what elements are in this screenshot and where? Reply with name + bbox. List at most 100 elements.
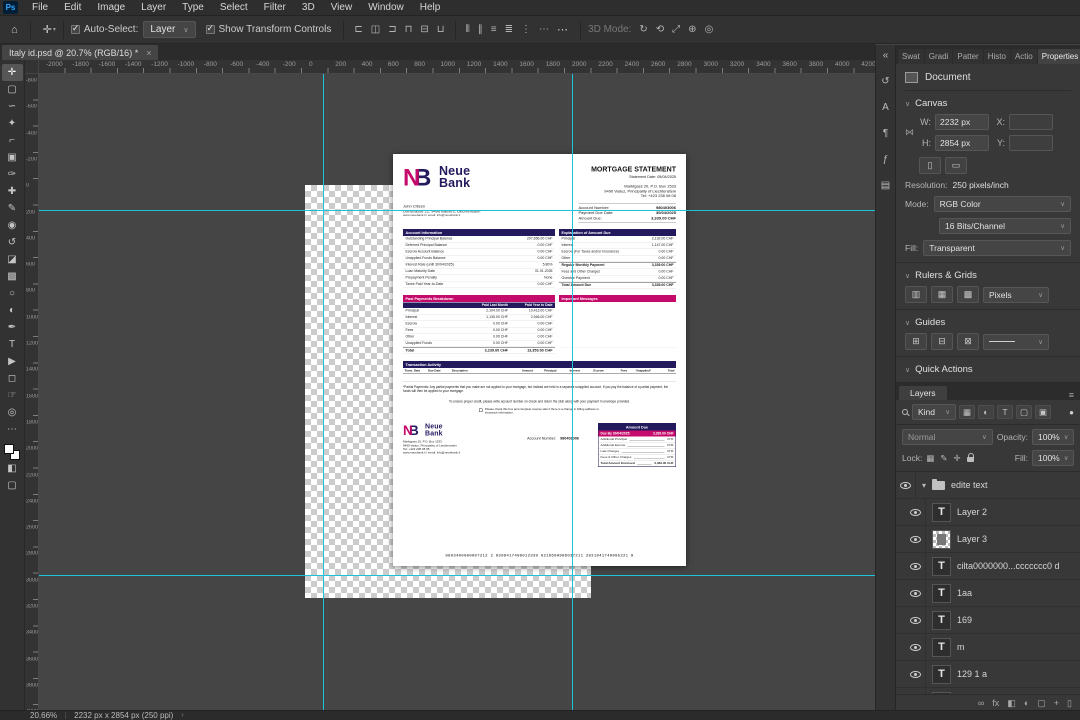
menu-item-type[interactable]: Type: [174, 0, 212, 15]
character-panel-icon[interactable]: A: [882, 102, 889, 113]
align-bottom-edges-icon[interactable]: ⊔: [434, 24, 448, 35]
clear-guides-button[interactable]: ⊠: [957, 333, 979, 350]
menu-item-file[interactable]: File: [24, 0, 56, 15]
delete-layer-icon[interactable]: ▯: [1067, 696, 1072, 710]
layer-filter-toggle[interactable]: ●: [1069, 408, 1074, 417]
layer-effects-icon[interactable]: fx: [992, 696, 999, 710]
layer-row[interactable]: T1aa: [896, 580, 1080, 607]
panel-tab-swat[interactable]: Swat: [898, 49, 924, 64]
show-transform-controls-checkbox[interactable]: [206, 25, 215, 34]
menu-item-window[interactable]: Window: [360, 0, 412, 15]
layer-filter-kind-dropdown[interactable]: Kind∨: [912, 404, 956, 420]
vertical-ruler[interactable]: -800-600-400-200020040060080010001200140…: [25, 74, 39, 710]
frame-tool[interactable]: ▣: [2, 149, 23, 166]
horizontal-ruler[interactable]: -2000-1800-1600-1400-1200-1000-800-600-4…: [39, 60, 875, 74]
eyedropper-tool[interactable]: ✑: [2, 166, 23, 183]
glyphs-panel-icon[interactable]: ƒ: [883, 154, 889, 165]
lock-guides-button[interactable]: ⊟: [931, 333, 953, 350]
close-icon[interactable]: ×: [146, 48, 151, 58]
distribute-bottom-icon[interactable]: ⋯: [536, 24, 552, 35]
panel-tab-histo[interactable]: Histo: [984, 49, 1010, 64]
layer-row[interactable]: ▾edite text: [896, 472, 1080, 499]
guide-style-dropdown[interactable]: ∨: [983, 334, 1049, 350]
distribute-vertical-icon[interactable]: ⋮: [518, 24, 534, 35]
color-swatches[interactable]: [4, 444, 20, 460]
3d-roll-icon[interactable]: ⟲: [653, 24, 667, 35]
adjustment-layer-icon[interactable]: ◐: [1024, 696, 1029, 710]
distribute-horizontal-icon[interactable]: ∥: [475, 24, 486, 35]
gradient-tool[interactable]: ▩: [2, 268, 23, 285]
canvas-section-header[interactable]: ∨ Canvas: [905, 98, 1071, 109]
guide-vertical[interactable]: [572, 74, 573, 710]
guide-vertical[interactable]: [323, 74, 324, 710]
toggle-guides-button[interactable]: ⊞: [905, 333, 927, 350]
tab-layers[interactable]: Layers: [899, 386, 947, 400]
portrait-orientation-button[interactable]: ▯: [919, 157, 941, 174]
visibility-toggle[interactable]: [906, 526, 926, 552]
document-canvas[interactable]: BN Neue Bank John CitizenDorfstrasse 22,…: [393, 154, 686, 566]
lasso-tool[interactable]: ∽: [2, 98, 23, 115]
width-input[interactable]: 2232 px: [935, 114, 989, 130]
blend-mode-dropdown[interactable]: Normal∨: [902, 429, 993, 445]
move-tool[interactable]: ✛: [2, 64, 23, 81]
new-layer-icon[interactable]: +: [1054, 696, 1059, 710]
toggle-pixel-grid-button[interactable]: ▩: [957, 286, 979, 303]
visibility-toggle[interactable]: [906, 499, 926, 525]
status-arrow-icon[interactable]: ›: [181, 712, 183, 719]
height-input[interactable]: 2854 px: [935, 135, 989, 151]
landscape-orientation-button[interactable]: ▭: [945, 157, 967, 174]
visibility-toggle[interactable]: [906, 661, 926, 687]
color-mode-dropdown[interactable]: RGB Color∨: [934, 196, 1071, 212]
history-brush-tool[interactable]: ↺: [2, 234, 23, 251]
align-vertical-centers-icon[interactable]: ⊟: [417, 24, 431, 35]
panel-menu-icon[interactable]: ≡: [1069, 390, 1074, 400]
home-icon[interactable]: ⌂: [6, 24, 23, 36]
layer-row[interactable]: T129 1 a: [896, 661, 1080, 688]
3d-scale-icon[interactable]: ◎: [702, 24, 717, 35]
quick-selection-tool[interactable]: ✦: [2, 115, 23, 132]
visibility-toggle[interactable]: [906, 607, 926, 633]
canvas-area[interactable]: BN Neue Bank John CitizenDorfstrasse 22,…: [25, 60, 875, 710]
lock-image-pixels-icon[interactable]: ✎: [940, 453, 947, 464]
layer-row[interactable]: Tcilta0000000...ccccccc0 d: [896, 553, 1080, 580]
layer-row[interactable]: TLayer 2: [896, 499, 1080, 526]
link-dimensions-icon[interactable]: ⋈: [905, 127, 915, 138]
visibility-toggle[interactable]: [906, 553, 926, 579]
panel-tab-patter[interactable]: Patter: [953, 49, 982, 64]
dodge-tool[interactable]: ◐: [2, 302, 23, 319]
zoom-tool[interactable]: ◎: [2, 404, 23, 421]
quick-actions-section-header[interactable]: ∨ Quick Actions: [905, 364, 1071, 375]
link-layers-icon[interactable]: ∞: [978, 696, 984, 710]
lock-all-icon[interactable]: [967, 457, 974, 462]
align-left-edges-icon[interactable]: ⊏: [351, 24, 365, 35]
distribute-right-icon[interactable]: ≡: [488, 24, 500, 35]
guide-horizontal[interactable]: [39, 575, 875, 576]
3d-slide-icon[interactable]: ⊕: [685, 24, 699, 35]
marquee-tool[interactable]: ▢: [2, 81, 23, 98]
align-right-edges-icon[interactable]: ⊐: [385, 24, 399, 35]
units-dropdown[interactable]: Pixels∨: [983, 287, 1049, 303]
panel-tab-properties[interactable]: Properties: [1038, 49, 1080, 64]
rectangle-tool[interactable]: ◻: [2, 370, 23, 387]
paragraph-panel-icon[interactable]: ¶: [883, 128, 888, 139]
filter-shape-layers-icon[interactable]: ▢: [1016, 405, 1032, 419]
3d-drag-icon[interactable]: ⤢: [669, 24, 683, 35]
visibility-toggle[interactable]: [906, 580, 926, 606]
menu-item-image[interactable]: Image: [89, 0, 133, 15]
layer-row[interactable]: T169: [896, 607, 1080, 634]
align-horizontal-centers-icon[interactable]: ◫: [368, 24, 383, 35]
document-tab[interactable]: Italy id.psd @ 20.7% (RGB/16) * ×: [2, 45, 158, 60]
edit-toolbar[interactable]: ⋯: [2, 421, 23, 438]
filter-pixel-layers-icon[interactable]: ▦: [959, 405, 975, 419]
screen-mode-tool[interactable]: ▢: [2, 477, 23, 494]
menu-item-filter[interactable]: Filter: [256, 0, 294, 15]
clone-stamp-tool[interactable]: ◉: [2, 217, 23, 234]
lock-transparent-pixels-icon[interactable]: ▦: [926, 453, 934, 464]
photoshop-logo[interactable]: Ps: [3, 1, 18, 14]
crop-tool[interactable]: ⌐: [2, 132, 23, 149]
auto-select-target-dropdown[interactable]: Layer∨: [143, 21, 195, 38]
menu-item-help[interactable]: Help: [412, 0, 449, 15]
menu-item-select[interactable]: Select: [212, 0, 256, 15]
filter-type-layers-icon[interactable]: T: [997, 405, 1013, 419]
panel-tab-actio[interactable]: Actio: [1011, 49, 1037, 64]
